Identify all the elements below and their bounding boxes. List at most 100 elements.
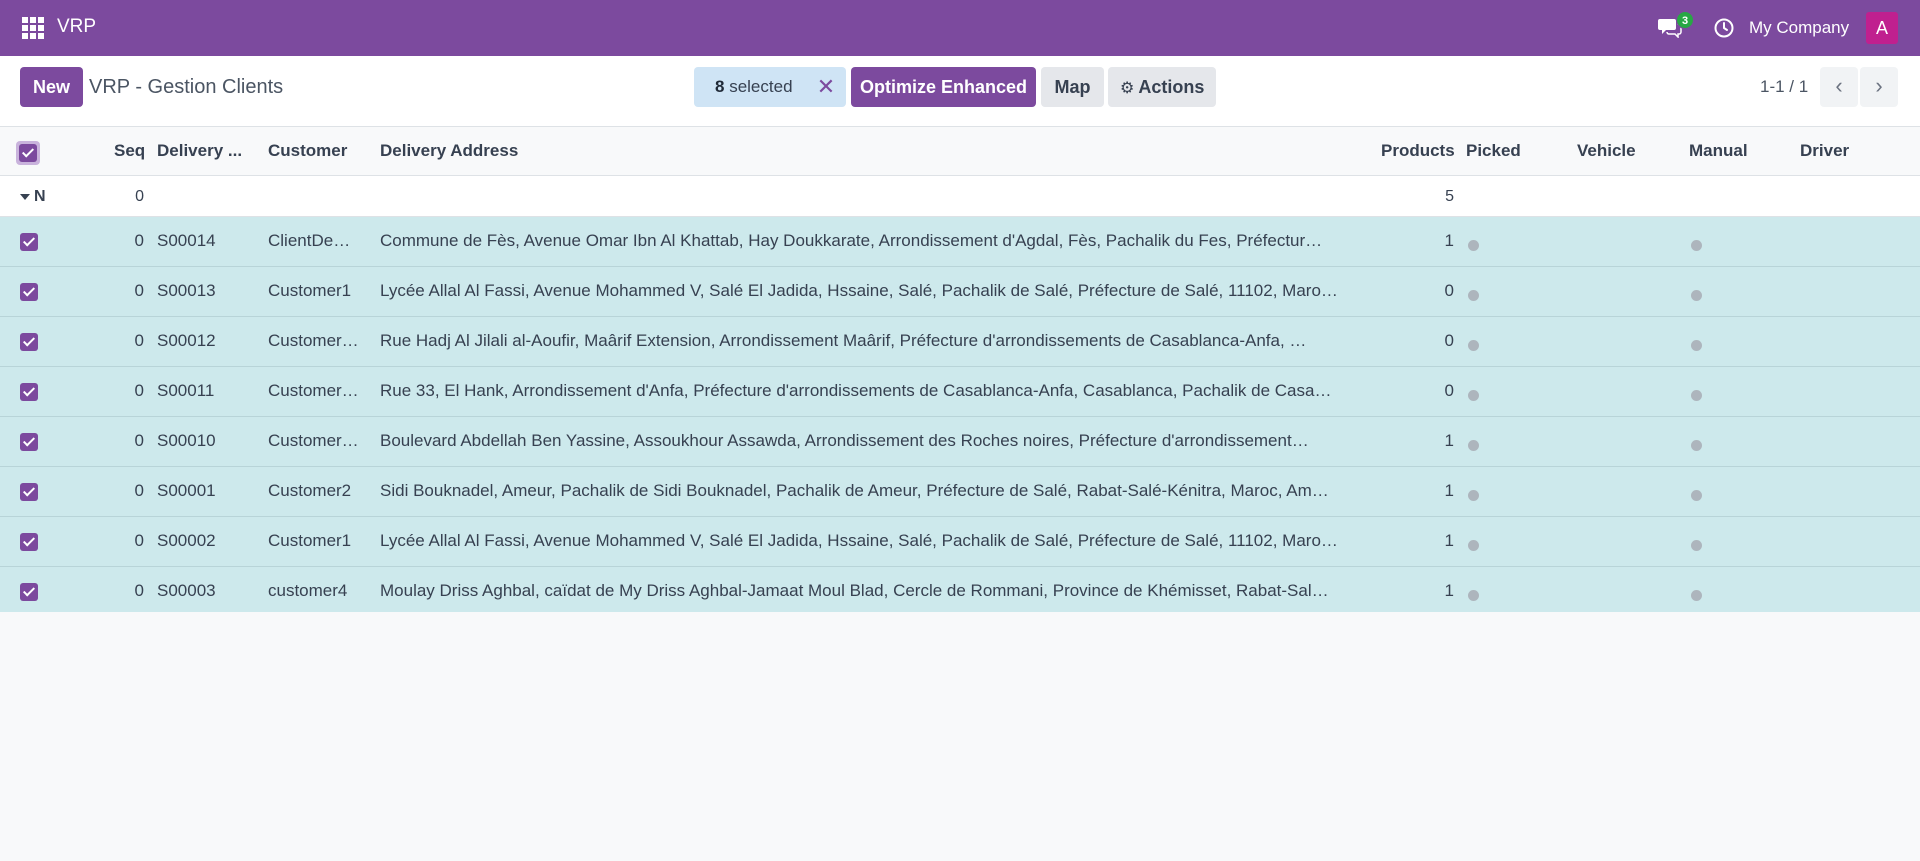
table-row[interactable]: 0 S00002 Customer1 Lycée Allal Al Fassi,… xyxy=(0,517,1920,567)
picked-status-dot-icon[interactable] xyxy=(1468,486,1479,506)
company-switcher[interactable]: My Company xyxy=(1749,18,1849,38)
cell-delivery-address: Lycée Allal Al Fassi, Avenue Mohammed V,… xyxy=(380,281,1338,300)
cell-delivery-address: Rue Hadj Al Jilali al-Aoufir, Maârif Ext… xyxy=(380,331,1307,350)
group-label: N xyxy=(34,188,46,205)
list-table: Seq Delivery ... Customer Delivery Addre… xyxy=(0,127,1920,617)
cell-seq: 0 xyxy=(134,431,144,450)
cell-delivery-address: Moulay Driss Aghbal, caïdat de My Driss … xyxy=(380,581,1329,600)
group-products-total: 5 xyxy=(1445,188,1454,205)
actions-button[interactable]: ⚙ Actions xyxy=(1108,67,1216,107)
row-checkbox[interactable] xyxy=(20,333,38,351)
manual-status-dot-icon[interactable] xyxy=(1691,586,1702,606)
map-button[interactable]: Map xyxy=(1041,67,1104,107)
cell-products: 1 xyxy=(1444,531,1454,550)
picked-status-dot-icon[interactable] xyxy=(1468,386,1479,406)
cell-delivery: S00014 xyxy=(157,231,216,250)
messages-count-badge: 3 xyxy=(1676,11,1694,29)
manual-status-dot-icon[interactable] xyxy=(1691,486,1702,506)
cell-products: 0 xyxy=(1444,381,1454,400)
group-row[interactable]: N 0 5 xyxy=(0,176,1920,217)
cell-seq: 0 xyxy=(134,531,144,550)
clear-selection-icon[interactable]: ✕ xyxy=(816,67,836,107)
picked-status-dot-icon[interactable] xyxy=(1468,286,1479,306)
cell-delivery-address: Lycée Allal Al Fassi, Avenue Mohammed V,… xyxy=(380,531,1338,550)
column-header-vehicle[interactable]: Vehicle xyxy=(1577,141,1636,161)
cell-delivery: S00001 xyxy=(157,481,216,500)
page-title: VRP - Gestion Clients xyxy=(89,76,284,98)
row-checkbox[interactable] xyxy=(20,383,38,401)
manual-status-dot-icon[interactable] xyxy=(1691,336,1702,356)
row-checkbox[interactable] xyxy=(20,433,38,451)
manual-status-dot-icon[interactable] xyxy=(1691,286,1702,306)
cell-seq: 0 xyxy=(134,231,144,250)
user-avatar[interactable]: A xyxy=(1866,12,1898,44)
apps-grid-icon[interactable] xyxy=(22,17,44,39)
column-header-seq[interactable]: Seq xyxy=(114,141,145,161)
cell-customer: Customer1 xyxy=(268,281,352,300)
selected-label: selected xyxy=(729,77,793,96)
table-row[interactable]: 0 S00014 ClientDe… Commune de Fès, Avenu… xyxy=(0,217,1920,267)
picked-status-dot-icon[interactable] xyxy=(1468,336,1479,356)
selected-count: 8 xyxy=(715,77,725,96)
table-row[interactable]: 0 S00013 Customer1 Lycée Allal Al Fassi,… xyxy=(0,267,1920,317)
cell-customer: Customer1 xyxy=(268,531,352,550)
cell-delivery: S00002 xyxy=(157,531,216,550)
column-header-manual[interactable]: Manual xyxy=(1689,141,1748,161)
gear-icon: ⚙ xyxy=(1120,80,1135,97)
column-header-driver[interactable]: Driver xyxy=(1800,141,1849,161)
manual-status-dot-icon[interactable] xyxy=(1691,436,1702,456)
table-row[interactable]: 0 S00011 Customer… Rue 33, El Hank, Arro… xyxy=(0,367,1920,417)
cell-seq: 0 xyxy=(134,281,144,300)
cell-customer: Customer2 xyxy=(268,481,352,500)
row-checkbox[interactable] xyxy=(20,483,38,501)
cell-customer: ClientDe… xyxy=(268,231,351,250)
table-row[interactable]: 0 S00010 Customer… Boulevard Abdellah Be… xyxy=(0,417,1920,467)
column-header-delivery[interactable]: Delivery ... xyxy=(157,141,242,161)
cell-products: 0 xyxy=(1444,281,1454,300)
column-header-picked[interactable]: Picked xyxy=(1466,141,1521,161)
table-row[interactable]: 0 S00003 customer4 Moulay Driss Aghbal, … xyxy=(0,567,1920,617)
cell-delivery-address: Sidi Bouknadel, Ameur, Pachalik de Sidi … xyxy=(380,481,1329,500)
actions-label: Actions xyxy=(1138,77,1205,97)
cell-seq: 0 xyxy=(134,331,144,350)
cell-products: 1 xyxy=(1444,481,1454,500)
manual-status-dot-icon[interactable] xyxy=(1691,236,1702,256)
cell-delivery: S00013 xyxy=(157,281,216,300)
column-header-products[interactable]: Products xyxy=(1381,141,1455,161)
picked-status-dot-icon[interactable] xyxy=(1468,436,1479,456)
select-all-checkbox[interactable] xyxy=(16,141,40,165)
new-button[interactable]: New xyxy=(20,67,83,107)
picked-status-dot-icon[interactable] xyxy=(1468,536,1479,556)
pager-previous-button[interactable]: ‹ xyxy=(1820,67,1858,107)
row-checkbox[interactable] xyxy=(20,283,38,301)
picked-status-dot-icon[interactable] xyxy=(1468,586,1479,606)
cell-delivery-address: Boulevard Abdellah Ben Yassine, Assoukho… xyxy=(380,431,1309,450)
cell-customer: customer4 xyxy=(268,581,348,600)
manual-status-dot-icon[interactable] xyxy=(1691,386,1702,406)
cell-customer: Customer… xyxy=(268,331,359,350)
table-row[interactable]: 0 S00012 Customer… Rue Hadj Al Jilali al… xyxy=(0,317,1920,367)
optimize-enhanced-button[interactable]: Optimize Enhanced xyxy=(851,67,1036,107)
group-seq-total: 0 xyxy=(135,188,144,205)
cell-products: 1 xyxy=(1444,231,1454,250)
pager-value[interactable]: 1-1 / 1 xyxy=(1760,77,1808,97)
cell-seq: 0 xyxy=(134,581,144,600)
picked-status-dot-icon[interactable] xyxy=(1468,236,1479,256)
row-checkbox[interactable] xyxy=(20,533,38,551)
pager-next-button[interactable]: › xyxy=(1860,67,1898,107)
manual-status-dot-icon[interactable] xyxy=(1691,536,1702,556)
row-checkbox[interactable] xyxy=(20,583,38,601)
row-checkbox[interactable] xyxy=(20,233,38,251)
cell-seq: 0 xyxy=(134,481,144,500)
table-row[interactable]: 0 S00001 Customer2 Sidi Bouknadel, Ameur… xyxy=(0,467,1920,517)
column-header-delivery-address[interactable]: Delivery Address xyxy=(380,141,518,161)
cell-delivery: S00011 xyxy=(157,381,215,400)
clock-icon[interactable] xyxy=(1713,17,1735,39)
column-header-customer[interactable]: Customer xyxy=(268,141,347,161)
checkbox-check-icon xyxy=(19,144,37,162)
empty-list-area xyxy=(0,612,1920,861)
control-panel: New VRP - Gestion Clients 8 selected ✕ O… xyxy=(0,56,1920,127)
app-name[interactable]: VRP xyxy=(57,16,96,38)
cell-products: 1 xyxy=(1444,581,1454,600)
cell-customer: Customer… xyxy=(268,431,359,450)
